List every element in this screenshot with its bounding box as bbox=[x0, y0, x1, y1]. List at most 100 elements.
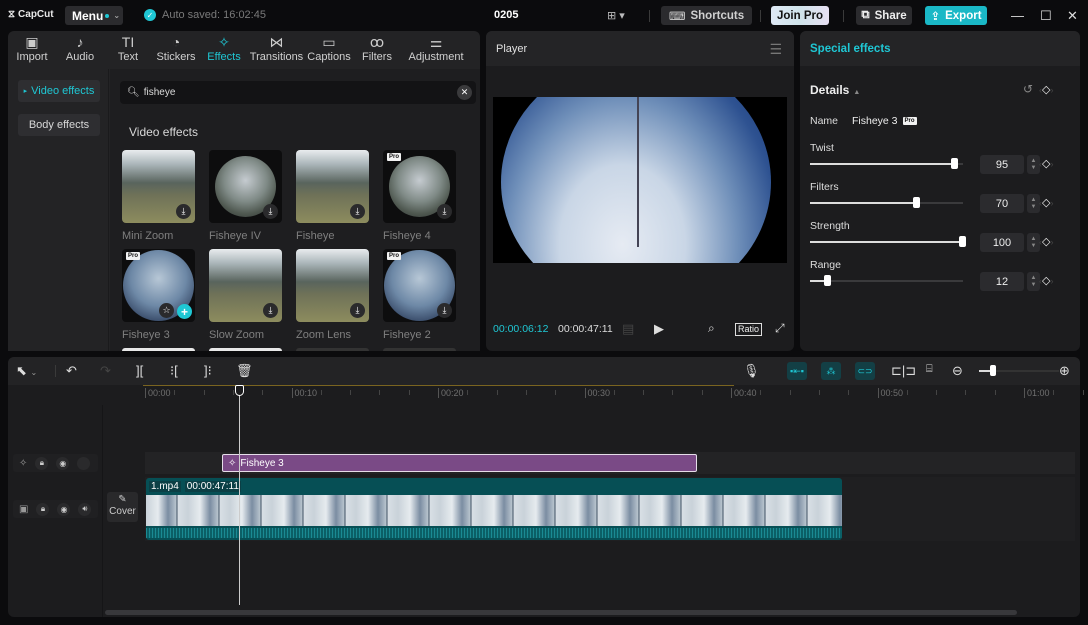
slider-twist[interactable] bbox=[810, 158, 963, 169]
zoom-knob[interactable] bbox=[990, 365, 997, 376]
auto-snap-icon[interactable]: ⁂ bbox=[821, 362, 841, 380]
effect-card[interactable]: Pro ☆ + Fisheye 3 bbox=[122, 249, 195, 341]
search-input[interactable]: 🔍︎ fisheye ✕ bbox=[120, 81, 476, 104]
reset-icon[interactable]: ↺ bbox=[1023, 82, 1033, 96]
tab-adjustment[interactable]: ⚌ Adjustment bbox=[401, 31, 471, 69]
video-clip[interactable]: 1.mp4 00:00:47:11 bbox=[146, 478, 842, 540]
playhead-handle[interactable] bbox=[235, 385, 244, 396]
split-left-icon[interactable]: ⁝[ bbox=[170, 363, 178, 379]
add-icon[interactable]: + bbox=[177, 304, 192, 319]
preview-axis-icon[interactable]: ⊏|⊐ bbox=[891, 363, 916, 379]
download-icon[interactable]: ⤓ bbox=[437, 303, 452, 318]
chevron-up-icon[interactable]: ▲ bbox=[1031, 158, 1037, 165]
eye-icon[interactable]: ◉ bbox=[57, 502, 71, 516]
split-icon[interactable]: ][ bbox=[136, 363, 143, 378]
panel-tab-special-effects[interactable]: Special effects bbox=[800, 31, 1080, 66]
effect-thumbnail[interactable]: ⤓ bbox=[209, 150, 282, 223]
effect-clip[interactable]: ✧ Fisheye 3 bbox=[222, 454, 697, 472]
effect-card[interactable]: Pro ⤓ Fisheye 2 bbox=[383, 249, 456, 341]
timeline-zoom-slider[interactable] bbox=[979, 365, 1059, 376]
keyframe-icon[interactable]: ‹◇› bbox=[1039, 83, 1053, 96]
tab-filters[interactable]: ꝏ Filters bbox=[353, 31, 401, 69]
chevron-up-icon[interactable]: ▲ bbox=[1031, 236, 1037, 243]
share-button[interactable]: ⧉ Share bbox=[856, 6, 912, 25]
effect-card-partial[interactable] bbox=[122, 348, 195, 351]
effect-thumbnail[interactable]: ⤓ bbox=[209, 249, 282, 322]
lock-icon[interactable]: 🔒︎ bbox=[36, 502, 50, 516]
fullscreen-icon[interactable]: ⤢ bbox=[775, 321, 785, 336]
video-preview[interactable] bbox=[493, 97, 787, 263]
tab-captions[interactable]: ▭ Captions bbox=[305, 31, 353, 69]
tab-stickers[interactable]: ◔ Stickers bbox=[152, 31, 200, 69]
tab-text[interactable]: TI Text bbox=[104, 31, 152, 69]
value-input-twist[interactable]: 95 bbox=[980, 155, 1024, 174]
slider-knob[interactable] bbox=[913, 197, 921, 208]
sidebar-item-body-effects[interactable]: Body effects bbox=[18, 114, 100, 136]
hamburger-menu-icon[interactable]: ☰ bbox=[769, 41, 782, 58]
effect-thumbnail[interactable]: ⤓ bbox=[122, 150, 195, 223]
zoom-preview-icon[interactable]: ⌕ bbox=[708, 321, 715, 336]
join-pro-button[interactable]: Join Pro bbox=[771, 6, 829, 25]
download-icon[interactable]: ⤓ bbox=[437, 204, 452, 219]
download-icon[interactable]: ⤓ bbox=[350, 204, 365, 219]
effect-card[interactable]: ⤓ Fisheye bbox=[296, 150, 369, 242]
keyframe-icon[interactable]: ‹◇› bbox=[1039, 274, 1053, 287]
chevron-up-icon[interactable]: ▲ bbox=[1031, 197, 1037, 204]
project-title[interactable]: 0205 bbox=[494, 9, 518, 21]
maximize-icon[interactable]: ☐ bbox=[1040, 8, 1052, 24]
effect-card[interactable]: ⤓ Slow Zoom bbox=[209, 249, 282, 341]
keyframe-icon[interactable]: ‹◇› bbox=[1039, 235, 1053, 248]
shortcuts-button[interactable]: ⌨ Shortcuts bbox=[661, 6, 752, 25]
effect-thumbnail[interactable]: ⤓ bbox=[296, 249, 369, 322]
fit-timeline-icon[interactable]: ⌸ bbox=[926, 363, 933, 376]
effect-card[interactable]: ⤓ Mini Zoom bbox=[122, 150, 195, 242]
horizontal-scrollbar[interactable] bbox=[105, 610, 1017, 615]
playhead[interactable] bbox=[239, 385, 240, 605]
keyframe-icon[interactable]: ‹◇› bbox=[1039, 157, 1053, 170]
slider-knob[interactable] bbox=[824, 275, 832, 286]
select-tool-icon[interactable]: ⬉ ⌄ bbox=[16, 363, 37, 379]
slider-strength[interactable] bbox=[810, 236, 966, 247]
sidebar-item-video-effects[interactable]: ▸ Video effects bbox=[18, 80, 100, 102]
lock-icon[interactable]: 🔒︎ bbox=[35, 456, 49, 470]
ratio-button[interactable]: Ratio bbox=[735, 323, 763, 336]
slider-range[interactable] bbox=[810, 275, 963, 286]
download-icon[interactable]: ⤓ bbox=[176, 204, 191, 219]
play-icon[interactable]: ▶ bbox=[654, 321, 664, 337]
linkage-icon[interactable]: ⊂⊃ bbox=[855, 362, 875, 380]
details-header[interactable]: Details ▲ bbox=[810, 83, 860, 97]
favorite-star-icon[interactable]: ☆ bbox=[159, 303, 174, 318]
delete-icon[interactable]: 🗑︎ bbox=[236, 363, 253, 379]
effect-card[interactable]: Pro ⤓ Fisheye 4 bbox=[383, 150, 456, 242]
value-input-strength[interactable]: 100 bbox=[980, 233, 1024, 252]
effect-card[interactable]: ⤓ Fisheye IV bbox=[209, 150, 282, 242]
slider-knob[interactable] bbox=[951, 158, 959, 169]
eye-icon[interactable]: ◉ bbox=[56, 456, 70, 470]
chevron-up-icon[interactable]: ▲ bbox=[1031, 275, 1037, 282]
microphone-icon[interactable]: 🎙︎ bbox=[743, 363, 760, 379]
effect-card-partial[interactable] bbox=[296, 348, 369, 351]
tab-effects[interactable]: ✧ Effects bbox=[200, 31, 248, 69]
tab-audio[interactable]: ♪ Audio bbox=[56, 31, 104, 69]
clear-search-icon[interactable]: ✕ bbox=[457, 85, 472, 100]
download-icon[interactable]: ⤓ bbox=[263, 204, 278, 219]
split-right-icon[interactable]: ]⁝ bbox=[204, 363, 212, 379]
export-button[interactable]: ⇪ Export bbox=[925, 6, 987, 25]
effect-card-partial[interactable] bbox=[383, 348, 456, 351]
zoom-in-icon[interactable]: ⊕ bbox=[1059, 363, 1070, 379]
menu-button[interactable]: Menu ⌄ bbox=[65, 6, 123, 25]
keyframe-icon[interactable]: ‹◇› bbox=[1039, 196, 1053, 209]
chevron-down-icon[interactable]: ▼ bbox=[1031, 243, 1037, 250]
effect-thumbnail[interactable]: Pro ☆ + bbox=[122, 249, 195, 322]
slider-filters[interactable] bbox=[810, 197, 963, 208]
value-input-filters[interactable]: 70 bbox=[980, 194, 1024, 213]
layout-icon[interactable]: ⊞ ▾ bbox=[607, 9, 625, 22]
effect-card-partial[interactable] bbox=[209, 348, 282, 351]
download-icon[interactable]: ⤓ bbox=[263, 303, 278, 318]
cover-button[interactable]: ✎ Cover bbox=[107, 492, 138, 522]
slider-knob[interactable] bbox=[959, 236, 966, 247]
chevron-down-icon[interactable]: ▼ bbox=[1031, 204, 1037, 211]
effect-thumbnail[interactable]: Pro ⤓ bbox=[383, 150, 456, 223]
minimize-icon[interactable]: — bbox=[1011, 8, 1024, 23]
chevron-down-icon[interactable]: ▼ bbox=[1031, 282, 1037, 289]
